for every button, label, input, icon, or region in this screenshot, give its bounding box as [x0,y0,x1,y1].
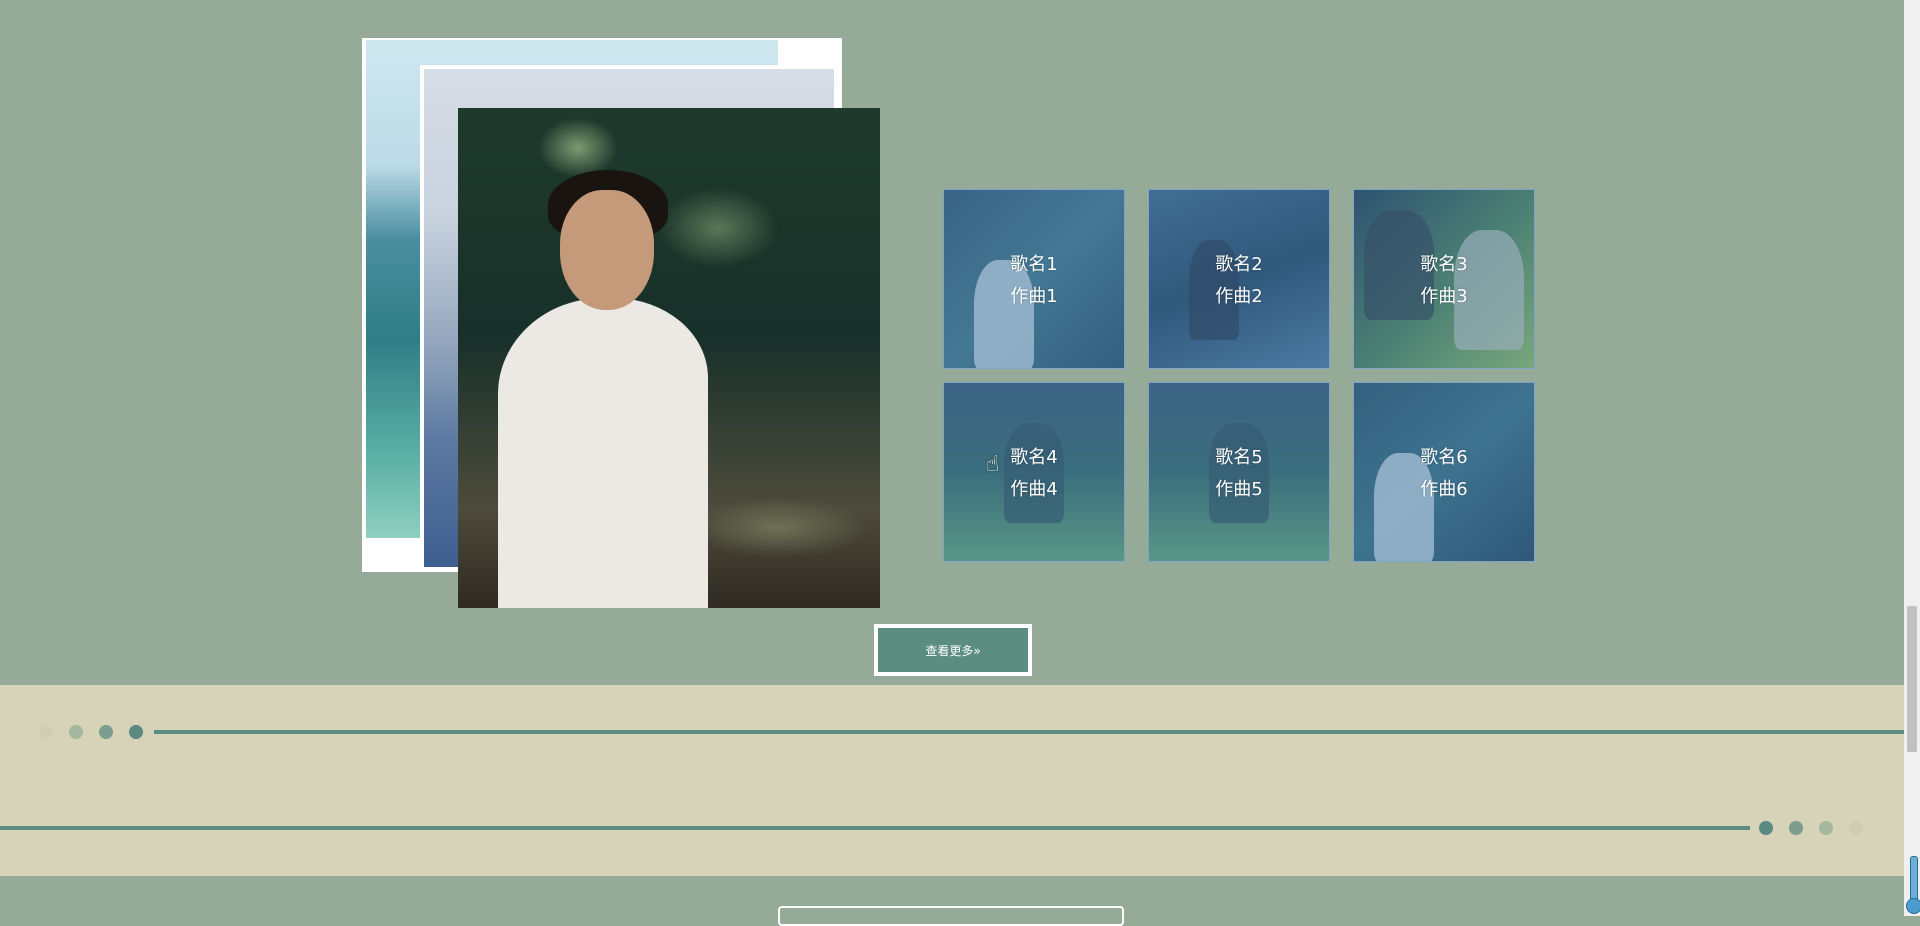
artist-photo [458,108,880,608]
album-title: 歌名6 [1420,447,1468,468]
divider-line-top [154,730,1904,734]
album-composer: 作曲2 [1215,286,1263,307]
album-title: 歌名2 [1215,254,1263,275]
divider-band [0,685,1904,876]
album-card-5[interactable]: 歌名5 作曲5 [1148,382,1330,562]
progress-dot [1849,821,1863,835]
artist-photo-frame[interactable] [458,108,880,608]
progress-dot [1759,821,1773,835]
album-card-6[interactable]: 歌名6 作曲6 [1353,382,1535,562]
album-card-1[interactable]: 歌名1 作曲1 [943,189,1125,369]
divider-line-bottom [0,826,1750,830]
album-title: 歌名4 [1010,447,1058,468]
progress-dot [39,725,53,739]
next-section-box [778,906,1124,926]
album-composer: 作曲3 [1420,286,1468,307]
progress-dot [69,725,83,739]
album-composer: 作曲5 [1215,479,1263,500]
album-card-2[interactable]: 歌名2 作曲2 [1148,189,1330,369]
progress-dot [129,725,143,739]
featured-section: 歌名1 作曲1 歌名2 作曲2 歌名3 作曲3 歌名4 作曲4 歌名5 作曲5 … [0,0,1904,685]
album-title: 歌名5 [1215,447,1263,468]
album-composer: 作曲1 [1010,286,1058,307]
album-composer: 作曲6 [1420,479,1468,500]
album-title: 歌名3 [1420,254,1468,275]
scrollbar-thumb[interactable] [1907,606,1917,752]
progress-dot [1789,821,1803,835]
album-card-3[interactable]: 歌名3 作曲3 [1353,189,1535,369]
cursor-hand-icon: ☝ [986,452,1000,477]
thermometer-bulb-icon [1906,898,1920,914]
progress-dot [99,725,113,739]
album-card-4[interactable]: 歌名4 作曲4 [943,382,1125,562]
page-scrollbar[interactable] [1904,0,1920,916]
album-title: 歌名1 [1010,254,1058,275]
album-composer: 作曲4 [1010,479,1058,500]
album-grid: 歌名1 作曲1 歌名2 作曲2 歌名3 作曲3 歌名4 作曲4 歌名5 作曲5 … [943,189,1535,562]
progress-dot [1819,821,1833,835]
view-more-button[interactable]: 查看更多» [874,624,1032,676]
